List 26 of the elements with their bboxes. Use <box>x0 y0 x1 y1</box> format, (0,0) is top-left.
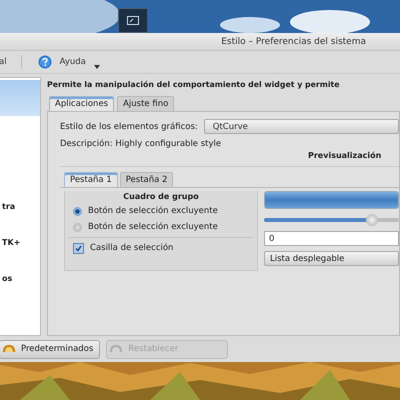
help-button[interactable]: Ayuda <box>36 54 102 70</box>
sidebar-item[interactable]: os <box>0 260 40 296</box>
sidebar-item[interactable] <box>0 80 40 116</box>
field-label: Estilo de los elementos gráficos: <box>60 122 198 132</box>
window-thumbnail[interactable] <box>118 8 148 33</box>
preview-title: Previsualización <box>308 151 382 160</box>
tab[interactable]: Pestaña 2 <box>120 172 174 187</box>
radio-option[interactable]: Botón de selección excluyente <box>69 203 253 219</box>
spin-box[interactable]: 0 <box>264 231 399 246</box>
style-dropdown[interactable]: QtCurve <box>204 119 399 134</box>
sidebar-item[interactable]: TK+ <box>0 224 40 260</box>
tab[interactable]: Pestaña 1 <box>64 172 118 187</box>
defaults-button[interactable]: Predeterminados <box>0 340 100 358</box>
group-title: Cuadro de grupo <box>122 191 200 203</box>
help-icon <box>38 55 52 69</box>
dropdown[interactable]: Lista desplegable <box>264 251 399 266</box>
slider-thumb[interactable] <box>366 214 378 226</box>
style-description: Descripción: Highly configurable style <box>60 138 222 148</box>
sidebar-item[interactable]: tra <box>0 188 40 224</box>
tab[interactable]: Ajuste fino <box>117 96 174 111</box>
radio-option[interactable]: Botón de selección excluyente <box>69 219 253 235</box>
screen-icon <box>127 16 139 25</box>
tab[interactable]: Aplicaciones <box>49 96 114 111</box>
caret-icon <box>94 65 100 69</box>
window-title: Estilo – Preferencias del sistema <box>221 36 366 46</box>
checkbox-option[interactable]: Casilla de selección <box>69 240 253 256</box>
